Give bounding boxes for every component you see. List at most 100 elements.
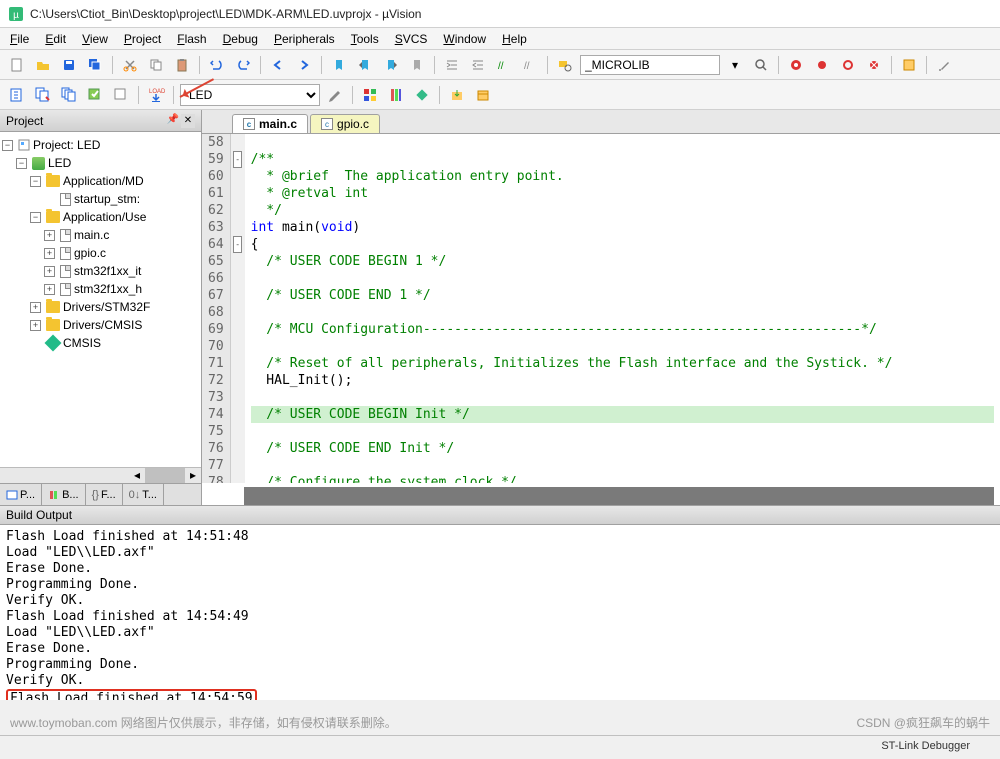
build-output-text[interactable]: Flash Load finished at 14:51:48 Load "LE…	[0, 525, 1000, 700]
toolbar-main: // // ▾	[0, 50, 1000, 80]
watermark-right: CSDN @疯狂飙车的蜗牛	[856, 714, 990, 731]
toolbar-build: LOAD LED	[0, 80, 1000, 110]
build-output-panel: Build Output Flash Load finished at 14:5…	[0, 505, 1000, 700]
menu-tools[interactable]: Tools	[345, 30, 385, 48]
menu-help[interactable]: Help	[496, 30, 533, 48]
comment-icon[interactable]: //	[493, 54, 515, 76]
watermark-left: www.toymoban.com 网络图片仅供展示，非存储，如有侵权请联系删除。	[10, 714, 397, 731]
redo-icon[interactable]	[232, 54, 254, 76]
tree-file[interactable]: +gpio.c	[2, 244, 199, 262]
build-output-header: Build Output	[0, 505, 1000, 525]
project-panel-header: Project 📌 ✕	[0, 110, 201, 132]
file-tabs: cmain.ccgpio.c	[202, 110, 1000, 134]
paste-icon[interactable]	[171, 54, 193, 76]
pack-icon[interactable]	[472, 84, 494, 106]
close-panel-icon[interactable]: ✕	[181, 114, 195, 128]
pin-icon[interactable]: 📌	[167, 114, 179, 128]
svg-text:LOAD: LOAD	[149, 89, 165, 95]
tree-file[interactable]: startup_stm:	[2, 190, 199, 208]
target-select[interactable]: LED	[180, 84, 320, 106]
panel-tabs: P...B...{}F...0↓T...	[0, 483, 201, 505]
find-icon[interactable]	[750, 54, 772, 76]
config-icon[interactable]	[933, 54, 955, 76]
svg-text://: //	[524, 61, 530, 72]
menu-bar: FileEditViewProjectFlash DebugPeripherals…	[0, 28, 1000, 50]
copy-icon[interactable]	[145, 54, 167, 76]
svg-text:µ: µ	[13, 10, 19, 21]
panel-title: Project	[6, 114, 43, 128]
cut-icon[interactable]	[119, 54, 141, 76]
save-all-icon[interactable]	[84, 54, 106, 76]
breakpoint-kill-icon[interactable]	[863, 54, 885, 76]
panel-tab-2[interactable]: {}F...	[86, 484, 123, 505]
editor-area: cmain.ccgpio.c 5859606162636465666768697…	[202, 110, 1000, 505]
options-icon[interactable]	[324, 84, 346, 106]
outdent-icon[interactable]	[467, 54, 489, 76]
nav-fwd-icon[interactable]	[293, 54, 315, 76]
menu-svcs[interactable]: SVCS	[389, 30, 434, 48]
tree-file[interactable]: +stm32f1xx_it	[2, 262, 199, 280]
tree-group[interactable]: +Drivers/CMSIS	[2, 316, 199, 334]
menu-peripherals[interactable]: Peripherals	[268, 30, 341, 48]
horizontal-scrollbar[interactable]	[244, 487, 994, 505]
window-title: C:\Users\Ctiot_Bin\Desktop\project\LED\M…	[30, 7, 421, 21]
watermark-footer: www.toymoban.com 网络图片仅供展示，非存储，如有侵权请联系删除。…	[0, 700, 1000, 735]
app-icon: µ	[8, 6, 24, 22]
translate-icon[interactable]	[6, 84, 28, 106]
tree-target[interactable]: −LED	[2, 154, 199, 172]
menu-debug[interactable]: Debug	[217, 30, 264, 48]
menu-project[interactable]: Project	[118, 30, 167, 48]
new-file-icon[interactable]	[6, 54, 28, 76]
stop-build-icon[interactable]	[110, 84, 132, 106]
tree-cmsis[interactable]: CMSIS	[2, 334, 199, 352]
bookmark-icon[interactable]	[328, 54, 350, 76]
find-proj-icon[interactable]	[554, 54, 576, 76]
tree-group[interactable]: +Drivers/STM32F	[2, 298, 199, 316]
manage-books-icon[interactable]	[385, 84, 407, 106]
tree-project-root[interactable]: −Project: LED	[2, 136, 199, 154]
indent-icon[interactable]	[441, 54, 463, 76]
save-icon[interactable]	[58, 54, 80, 76]
rebuild-icon[interactable]	[58, 84, 80, 106]
panel-tab-3[interactable]: 0↓T...	[123, 484, 164, 505]
panel-tab-0[interactable]: P...	[0, 484, 42, 505]
tree-group[interactable]: −Application/MD	[2, 172, 199, 190]
find-dropdown-icon[interactable]: ▾	[724, 54, 746, 76]
build-icon[interactable]	[32, 84, 54, 106]
debug-icon[interactable]	[785, 54, 807, 76]
manage-proj-icon[interactable]	[359, 84, 381, 106]
code-editor[interactable]: 5859606162636465666768697071727374757677…	[202, 134, 1000, 483]
svg-text://: //	[498, 61, 504, 72]
status-bar: ST-Link Debugger	[0, 735, 1000, 755]
window-icon[interactable]	[898, 54, 920, 76]
tree-file[interactable]: +stm32f1xx_h	[2, 280, 199, 298]
file-tab-main.c[interactable]: cmain.c	[232, 114, 308, 133]
undo-icon[interactable]	[206, 54, 228, 76]
find-input[interactable]	[580, 55, 720, 75]
file-tab-gpio.c[interactable]: cgpio.c	[310, 114, 380, 133]
tree-file[interactable]: +main.c	[2, 226, 199, 244]
breakpoint-insert-icon[interactable]	[811, 54, 833, 76]
bookmark-next-icon[interactable]	[380, 54, 402, 76]
manage-rtenv-icon[interactable]	[411, 84, 433, 106]
uncomment-icon[interactable]: //	[519, 54, 541, 76]
batch-build-icon[interactable]	[84, 84, 106, 106]
project-tree[interactable]: −Project: LED−LED−Application/MDstartup_…	[0, 132, 201, 467]
breakpoint-disable-icon[interactable]	[837, 54, 859, 76]
bookmark-clear-icon[interactable]	[406, 54, 428, 76]
menu-window[interactable]: Window	[437, 30, 492, 48]
menu-file[interactable]: File	[4, 30, 35, 48]
bookmark-prev-icon[interactable]	[354, 54, 376, 76]
pack-install-icon[interactable]	[446, 84, 468, 106]
tree-group[interactable]: −Application/Use	[2, 208, 199, 226]
nav-back-icon[interactable]	[267, 54, 289, 76]
menu-flash[interactable]: Flash	[171, 30, 212, 48]
title-bar: µ C:\Users\Ctiot_Bin\Desktop\project\LED…	[0, 0, 1000, 28]
status-debugger: ST-Link Debugger	[881, 740, 970, 752]
panel-tab-1[interactable]: B...	[42, 484, 86, 505]
project-panel: Project 📌 ✕ −Project: LED−LED−Applicatio…	[0, 110, 202, 505]
menu-view[interactable]: View	[76, 30, 114, 48]
menu-edit[interactable]: Edit	[39, 30, 72, 48]
download-icon[interactable]: LOAD	[145, 84, 167, 106]
open-file-icon[interactable]	[32, 54, 54, 76]
